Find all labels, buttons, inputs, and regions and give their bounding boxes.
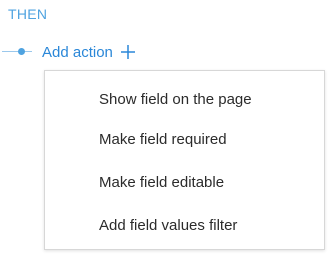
add-action-button[interactable]: Add action xyxy=(42,43,137,61)
menu-item-add-filter[interactable]: Add field values filter xyxy=(99,217,237,234)
connector-line xyxy=(2,42,42,62)
plus-icon[interactable] xyxy=(119,43,137,61)
menu-item-show-field[interactable]: Show field on the page xyxy=(99,91,252,108)
rule-actions-panel: THEN Add action Show field on the page M… xyxy=(0,0,330,256)
add-action-label: Add action xyxy=(42,43,113,61)
connector-dot-icon xyxy=(18,48,25,55)
menu-item-make-required[interactable]: Make field required xyxy=(99,131,227,148)
section-label-then: THEN xyxy=(8,6,48,22)
action-dropdown-menu: Show field on the page Make field requir… xyxy=(44,70,325,250)
connector-line-segment xyxy=(2,51,32,52)
menu-item-make-editable[interactable]: Make field editable xyxy=(99,174,224,191)
add-action-row: Add action xyxy=(0,42,137,62)
